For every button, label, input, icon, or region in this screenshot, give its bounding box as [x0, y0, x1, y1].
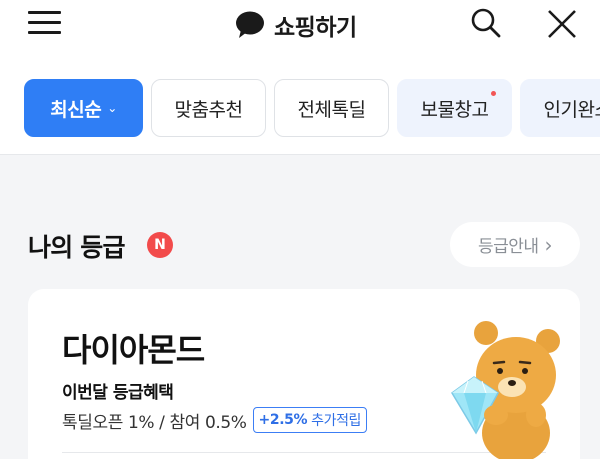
tab-treasure[interactable]: 보물창고	[397, 79, 512, 137]
grade-section-header: 나의 등급 N 등급안내 ›	[28, 222, 580, 268]
header: 쇼핑하기	[0, 0, 600, 50]
top-bar: 쇼핑하기 최신순 ⌄ 맞춤추천 전체톡딜 보물창고 인기완소	[0, 0, 600, 155]
tab-label: 전체톡딜	[297, 98, 366, 121]
benefit-title: 이번달 등급혜택	[62, 383, 174, 403]
tab-label: 최신순	[50, 98, 102, 121]
grade-guide-button[interactable]: 등급안내 ›	[450, 222, 580, 267]
section-title: 나의 등급	[28, 233, 126, 262]
bonus-chip: +2.5% 추가적립	[252, 407, 368, 433]
tab-latest[interactable]: 최신순 ⌄	[24, 79, 143, 137]
tab-popular[interactable]: 인기완소	[520, 79, 600, 137]
new-badge: N	[147, 232, 173, 258]
chevron-right-icon: ›	[544, 232, 553, 257]
bonus-label: 추가적립	[311, 413, 362, 429]
benefit-text: 톡딜오픈 1% / 참여 0.5%	[62, 412, 247, 433]
tab-label: 맞춤추천	[174, 98, 243, 121]
bonus-rate: +2.5%	[258, 412, 308, 428]
tab-recommend[interactable]: 맞춤추천	[151, 79, 266, 137]
grade-guide-label: 등급안내	[477, 237, 539, 257]
search-icon[interactable]	[470, 7, 502, 39]
grade-card[interactable]: 다이아몬드 이번달 등급혜택 톡딜오픈 1% / 참여 0.5% +2.5% 추…	[28, 289, 580, 459]
menu-icon[interactable]	[28, 8, 62, 38]
sort-tabs: 최신순 ⌄ 맞춤추천 전체톡딜 보물창고 인기완소	[24, 79, 600, 137]
mascot-with-diamond-illustration	[451, 321, 560, 459]
new-dot-indicator	[491, 91, 496, 96]
benefit-row: 톡딜오픈 1% / 참여 0.5% +2.5% 추가적립	[62, 407, 368, 433]
tab-all-deals[interactable]: 전체톡딜	[274, 79, 389, 137]
page-title: 쇼핑하기	[274, 15, 357, 41]
grade-name: 다이아몬드	[62, 331, 205, 369]
chat-icon	[236, 11, 264, 38]
page-title-group: 쇼핑하기	[234, 8, 357, 42]
chevron-down-icon: ⌄	[107, 101, 117, 115]
tab-label: 보물창고	[420, 98, 489, 121]
close-icon[interactable]	[546, 8, 578, 40]
tab-label: 인기완소	[543, 98, 600, 121]
